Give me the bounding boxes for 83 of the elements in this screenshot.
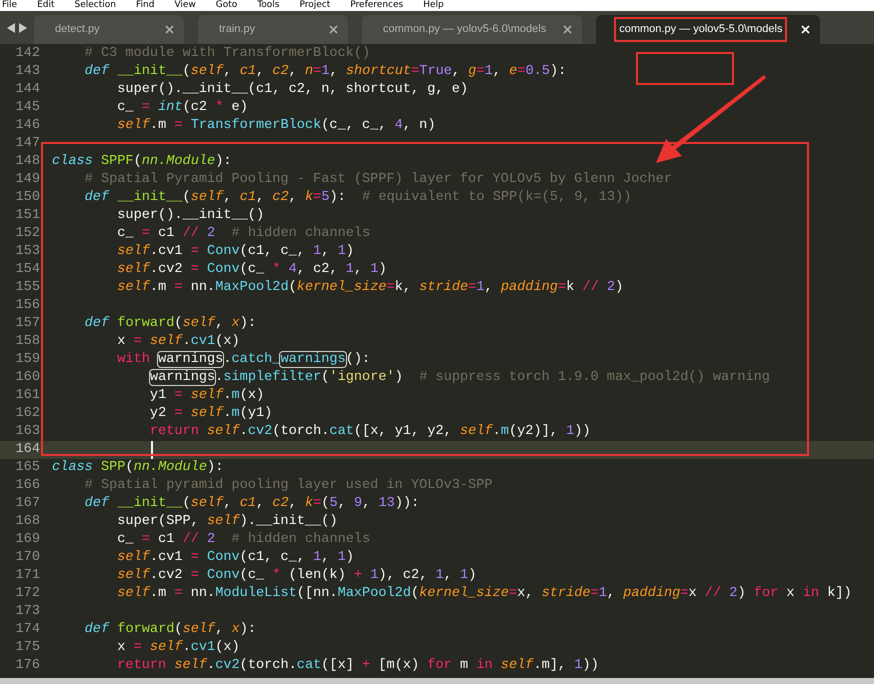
line-number: 147 (14, 135, 41, 153)
line-number: 171 (14, 567, 41, 585)
code-line: super().__init__(c1, c2, n, shortcut, g, e) (116, 81, 468, 99)
menu-item[interactable]: Preferences (350, 0, 404, 11)
line-number: 154 (14, 261, 41, 279)
code-line: def forward(self, x): (84, 621, 256, 639)
code-line: c_ = c1 // 2 # hidden channels (116, 225, 370, 243)
code-line: return self.cv2(torch.cat([x, y1, y2, self.m(y2)], 1)) (148, 423, 591, 441)
code-line: y2 = self.m(y1) (148, 405, 272, 423)
code-line: c_ = int(c2 * e) (116, 99, 248, 117)
code-line: return self.cv2(torch.cat([x] + [m(x) for m in self.m], 1)) (116, 657, 599, 675)
code-line: x = self.cv1(x) (116, 639, 240, 657)
line-number: 174 (14, 621, 41, 639)
line-number: 156 (14, 297, 41, 315)
code-line: # Spatial Pyramid Pooling - Fast (SPPF) layer for YOLOv5 by Glenn Jocher (84, 171, 672, 189)
code-line: y1 = self.m(x) (148, 387, 264, 405)
line-number: 157 (14, 315, 41, 333)
code-line: def __init__(self, c1, c2, k=(5, 9, 13)): (84, 495, 420, 513)
menu-item[interactable]: Tools (257, 0, 280, 11)
code-line: self.cv2 = Conv(c_ * 4, c2, 1, 1) (116, 261, 387, 279)
line-number: 144 (14, 81, 41, 99)
editor-tab[interactable]: detect.py (34, 15, 184, 44)
line-number: 149 (14, 171, 41, 189)
line-number: 163 (14, 423, 41, 441)
line-number: 148 (14, 153, 41, 171)
menu-item[interactable]: Project (299, 0, 330, 11)
code-line: warnings.simplefilter('ignore') # suppress torch 1.9.0 max_pool2d() warning (148, 369, 770, 387)
menu-item[interactable]: Find (136, 0, 154, 11)
code-line: def __init__(self, c1, c2, k=5): # equivalent to SPP(k=(5, 9, 13)) (84, 189, 632, 207)
line-number: 169 (14, 531, 41, 549)
code-line: self.cv2 = Conv(c_ * (len(k) + 1), c2, 1, 1) (116, 567, 476, 585)
line-number: 168 (14, 513, 41, 531)
code-line: def __init__(self, c1, c2, n=1, shortcut=True, g=1, e=0.5): (84, 63, 566, 81)
code-line: c_ = c1 // 2 # hidden channels (116, 531, 370, 549)
code-line: self.m = nn.MaxPool2d(kernel_size=k, stride=1, padding=k // 2) (116, 279, 624, 297)
line-number: 172 (14, 585, 41, 603)
line-number: 167 (14, 495, 41, 513)
code-line: self.m = TransformerBlock(c_, c_, 4, n) (116, 117, 436, 135)
line-number: 159 (14, 351, 41, 369)
code-line: def forward(self, x): (84, 315, 256, 333)
code-line: super(SPP, self).__init__() (116, 513, 338, 531)
line-number: 151 (14, 207, 41, 225)
right-triangle-icon[interactable] (19, 22, 27, 32)
code-line: super().__init__() (116, 207, 264, 225)
menu-item[interactable]: View (174, 0, 196, 11)
highlight-box: common.py — yolov5-5.0\models (614, 17, 788, 42)
editor-tab[interactable]: common.py — yolov5-6.0\models (362, 15, 582, 44)
line-number: 176 (14, 657, 41, 675)
line-number: 175 (14, 639, 41, 657)
line-number: 142 (14, 45, 41, 63)
line-number: 166 (14, 477, 41, 495)
code-line: class SPPF(nn.Module): (52, 153, 232, 171)
code-line: # C3 module with TransformerBlock() (84, 45, 370, 63)
code-line: self.cv1 = Conv(c1, c_, 1, 1) (116, 243, 354, 261)
code-line: x = self.cv1(x) (116, 333, 240, 351)
line-number: 170 (14, 549, 41, 567)
line-number: 152 (14, 225, 41, 243)
line-number: 160 (14, 369, 41, 387)
left-triangle-icon[interactable] (7, 22, 15, 32)
editor-tab[interactable]: common.py — yolov5-5.0\models (596, 15, 820, 44)
menu-item[interactable]: File (2, 0, 18, 11)
line-number: 162 (14, 405, 41, 423)
line-number: 165 (14, 459, 41, 477)
menu-item[interactable]: Edit (37, 0, 54, 11)
line-number: 161 (14, 387, 41, 405)
code-line: # Spatial pyramid pooling layer used in YOLOv3-SPP (84, 477, 493, 495)
line-number: 150 (14, 189, 41, 207)
code-line: self.cv1 = Conv(c1, c_, 1, 1) (116, 549, 354, 567)
line-number: 173 (14, 603, 41, 621)
line-number: 145 (14, 99, 41, 117)
code-line: class SPP(nn.Module): (52, 459, 224, 477)
line-number: 155 (14, 279, 41, 297)
code-line: self.m = nn.ModuleList([nn.MaxPool2d(kernel_size=x, stride=1, padding=x // 2) for x in k]) (116, 585, 852, 603)
text-cursor (151, 441, 153, 459)
menu-item[interactable]: Selection (74, 0, 116, 11)
line-number: 153 (14, 243, 41, 261)
line-number: 143 (14, 63, 41, 81)
menu-item[interactable]: Help (423, 0, 444, 11)
menu-item[interactable]: Goto (216, 0, 238, 11)
editor-tab[interactable]: train.py (198, 15, 348, 44)
line-number: 158 (14, 333, 41, 351)
line-number: 146 (14, 117, 41, 135)
line-number: 164 (14, 441, 41, 459)
